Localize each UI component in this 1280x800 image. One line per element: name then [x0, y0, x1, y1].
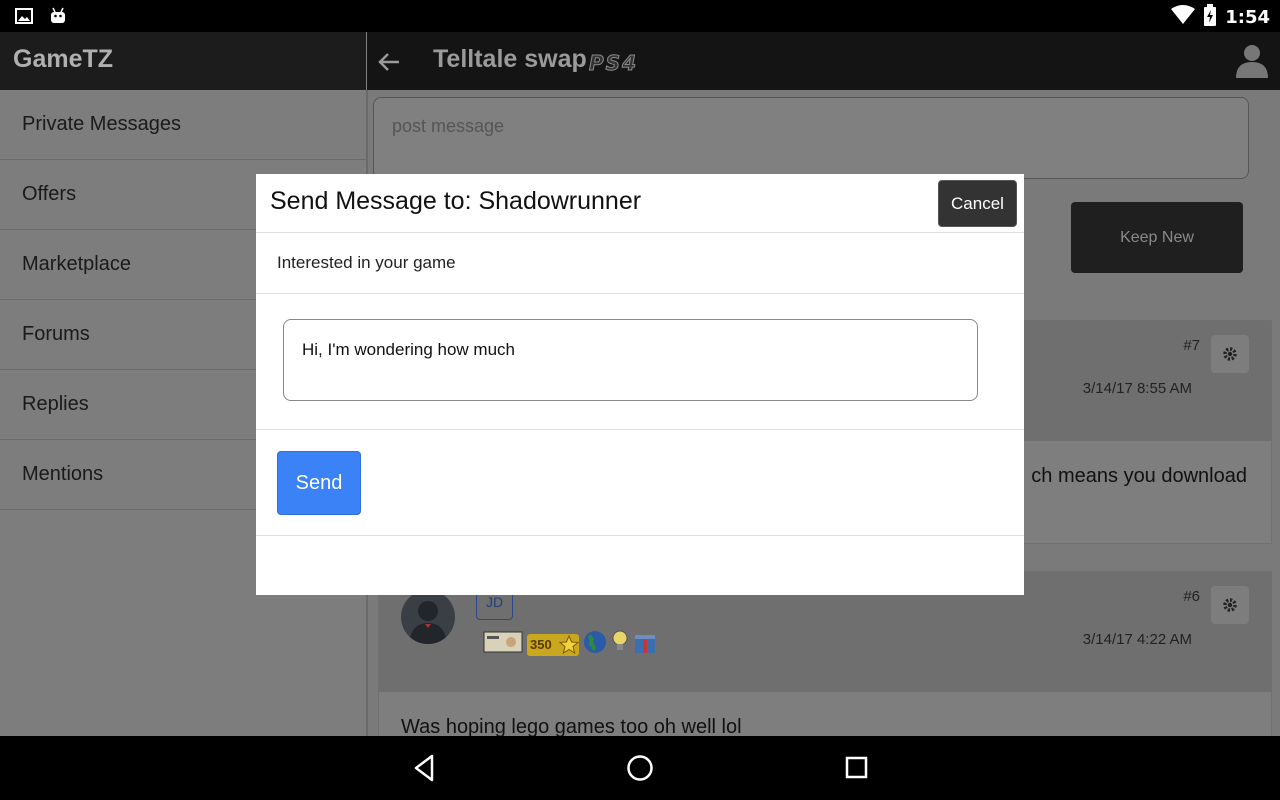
- battery-icon: [1203, 4, 1217, 31]
- post-body: Was hoping lego games too oh well lol: [401, 716, 742, 736]
- sidebar-item-label: Private Messages: [22, 113, 181, 135]
- image-icon: [14, 6, 34, 31]
- recents-icon[interactable]: [842, 753, 872, 788]
- message-textarea[interactable]: Hi, I'm wondering how much: [283, 319, 978, 401]
- back-arrow-icon[interactable]: [375, 48, 403, 81]
- navigation-bar: [0, 736, 1280, 800]
- forum-post: JD 350 #6 3/14/17 4:22 AM Was hoping leg…: [378, 571, 1272, 736]
- lightbulb-icon: [611, 630, 629, 659]
- page-title: Telltale swap: [433, 45, 587, 73]
- dialog-header: Send Message to: Shadowrunner Cancel: [256, 174, 1024, 233]
- badge-count: 350: [530, 636, 552, 652]
- send-button[interactable]: Send: [277, 451, 361, 515]
- send-message-dialog: Send Message to: Shadowrunner Cancel Int…: [256, 174, 1024, 595]
- badge-row: 350: [483, 630, 657, 659]
- sidebar-item-label: Offers: [22, 183, 77, 205]
- gift-icon: [633, 630, 657, 659]
- sidebar-item-private-messages[interactable]: Private Messages: [0, 90, 366, 160]
- user-avatar[interactable]: [401, 590, 455, 644]
- post-message-input[interactable]: post message: [373, 97, 1249, 179]
- sidebar-item-label: Mentions: [22, 463, 104, 485]
- id-card-icon: [483, 631, 523, 658]
- profile-icon[interactable]: [1234, 42, 1270, 83]
- message-subject: Interested in your game: [256, 233, 1024, 294]
- app-title: GameTZ: [13, 45, 114, 73]
- sidebar-item-label: Marketplace: [22, 253, 131, 275]
- post-number: #6: [1183, 588, 1200, 605]
- dialog-body: Hi, I'm wondering how much: [256, 294, 1024, 430]
- android-icon: [48, 6, 68, 31]
- post-date: 3/14/17 4:22 AM: [1082, 631, 1192, 648]
- globe-icon: [583, 630, 607, 659]
- ps4-logo: PS4: [589, 51, 638, 76]
- status-bar: 1:54: [0, 0, 1280, 32]
- app-bar: Telltale swap PS4: [367, 32, 1280, 90]
- wifi-icon: [1171, 5, 1196, 30]
- sidebar-item-label: Forums: [22, 323, 90, 345]
- star-icon: 350: [527, 633, 579, 656]
- post-message-placeholder: post message: [392, 116, 505, 136]
- cancel-button[interactable]: Cancel: [938, 180, 1017, 227]
- clock: 1:54: [1225, 7, 1270, 28]
- app-bar-left: GameTZ: [0, 32, 366, 90]
- dialog-footer: Send: [256, 430, 1024, 536]
- home-icon[interactable]: [625, 753, 655, 788]
- post-number: #7: [1183, 337, 1200, 354]
- back-icon[interactable]: [410, 753, 440, 788]
- sidebar-item-label: Replies: [22, 393, 89, 415]
- post-date: 3/14/17 8:55 AM: [1082, 380, 1192, 397]
- gear-icon[interactable]: [1211, 586, 1249, 624]
- keep-new-button[interactable]: Keep New: [1071, 202, 1243, 273]
- dialog-title: Send Message to: Shadowrunner: [270, 187, 642, 215]
- gear-icon[interactable]: [1211, 335, 1249, 373]
